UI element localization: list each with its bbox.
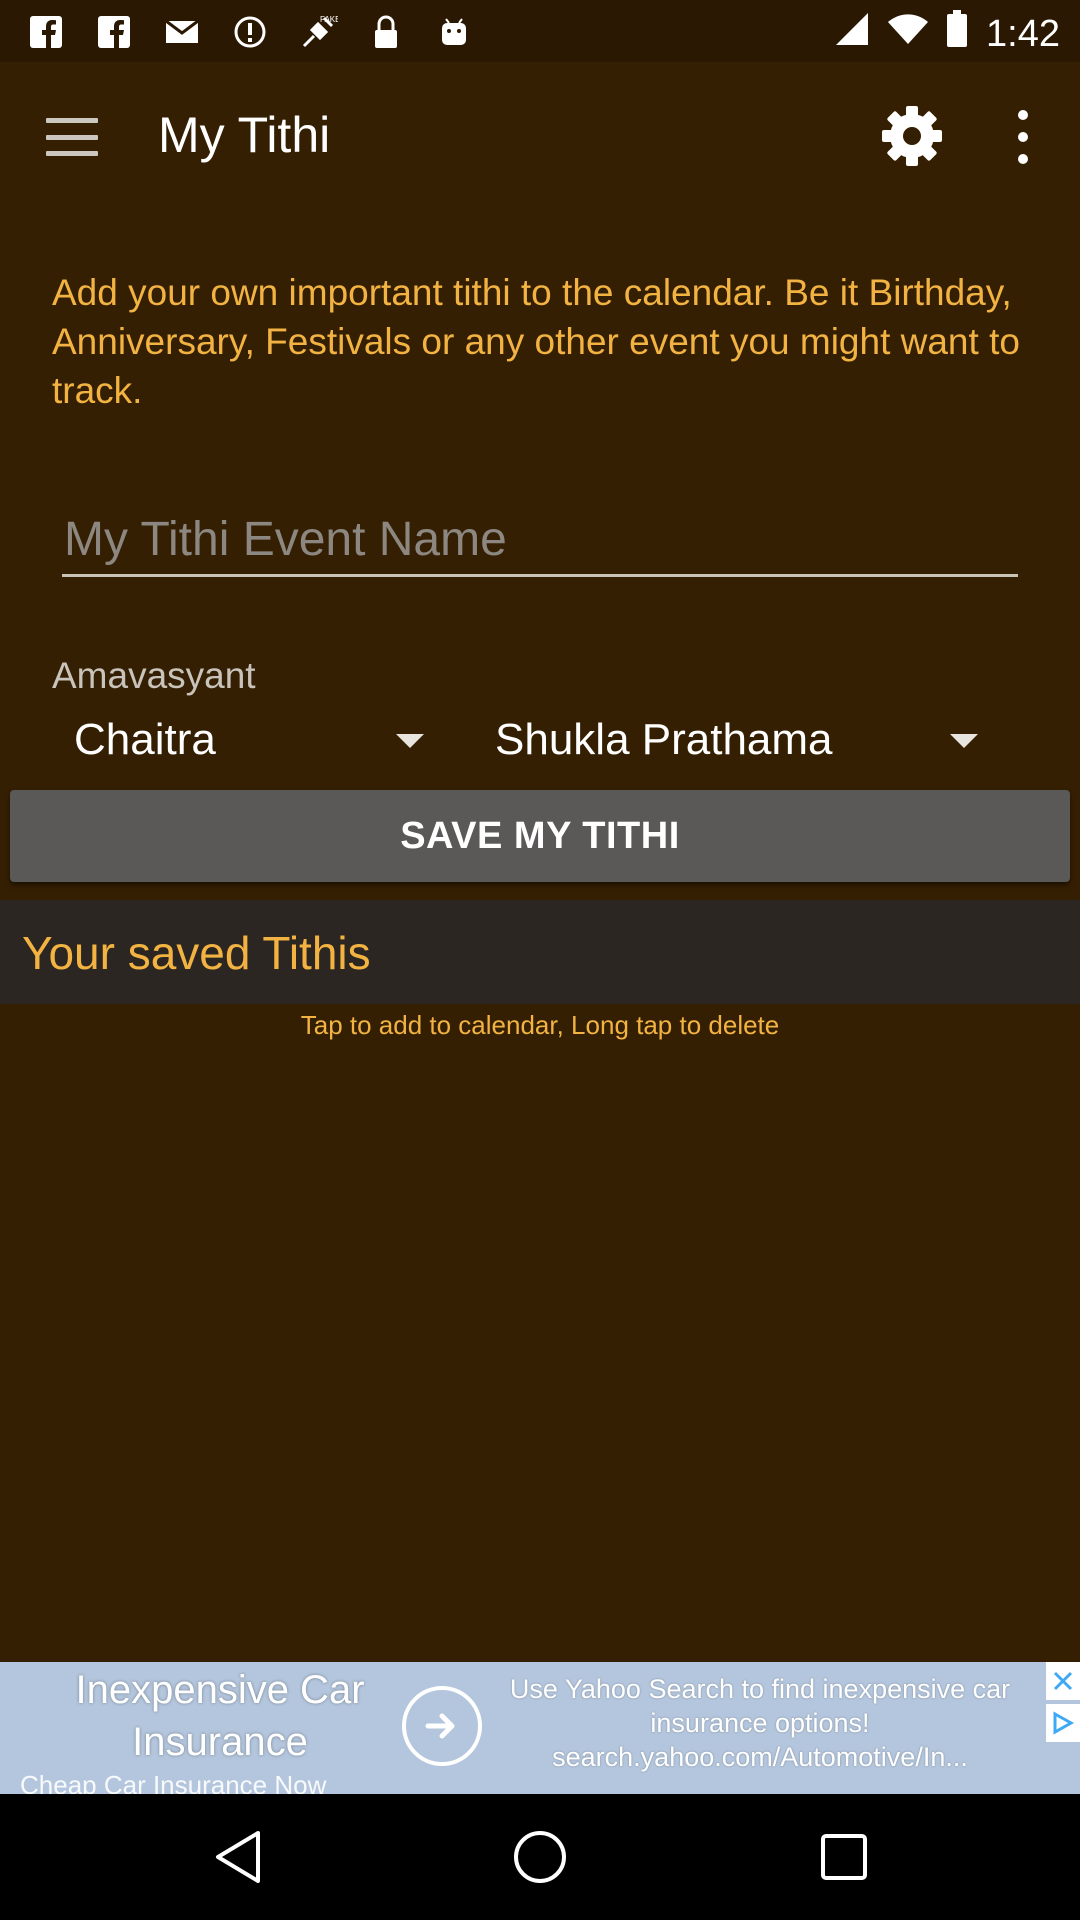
ad-close-icon[interactable] — [1046, 1662, 1080, 1700]
saved-tithis-title: Your saved Tithis — [22, 927, 371, 979]
more-options-icon[interactable] — [1010, 110, 1036, 164]
calendar-type-label: Amavasyant — [52, 655, 256, 696]
page-title: My Tithi — [158, 107, 331, 163]
ad-headline[interactable]: Inexpensive Car Insurance — [0, 1664, 440, 1768]
back-icon[interactable] — [203, 1822, 273, 1892]
signal-icon — [834, 11, 870, 57]
dropdown-arrow-icon — [950, 734, 978, 748]
saved-tithis-header: Your saved Tithis — [0, 900, 1080, 1004]
month-spinner-value: Chaitra — [74, 715, 216, 764]
status-notification-icons: FAKE — [26, 12, 474, 52]
android-icon — [434, 12, 474, 52]
status-right: 1:42 — [834, 10, 1060, 58]
ad-choices-icon[interactable] — [1046, 1704, 1080, 1742]
system-nav-bar — [0, 1794, 1080, 1920]
ad-banner[interactable]: Inexpensive Car Insurance Cheap Car Insu… — [0, 1662, 1080, 1794]
battery-icon — [946, 10, 968, 58]
fake-gps-icon: FAKE — [298, 12, 338, 52]
settings-gear-icon[interactable] — [876, 100, 948, 172]
hamburger-menu-icon[interactable] — [40, 112, 104, 162]
alert-icon — [230, 12, 270, 52]
recents-icon[interactable] — [809, 1822, 879, 1892]
facebook-icon — [94, 12, 134, 52]
event-name-field-wrap — [62, 505, 1018, 577]
event-name-input[interactable] — [62, 505, 1018, 574]
tithi-spinner[interactable]: Shukla Prathama — [495, 712, 995, 768]
arrow-right-icon[interactable] — [402, 1686, 482, 1766]
facebook-icon — [26, 12, 66, 52]
intro-text: Add your own important tithi to the cale… — [52, 272, 1020, 411]
saved-tithis-hint: Tap to add to calendar, Long tap to dele… — [300, 1010, 780, 1040]
tithi-spinner-value: Shukla Prathama — [495, 715, 833, 764]
app-bar: My Tithi — [0, 62, 1080, 210]
svg-text:FAKE: FAKE — [320, 15, 338, 24]
status-time: 1:42 — [986, 12, 1060, 55]
ad-subtext[interactable]: Cheap Car Insurance Now — [20, 1770, 326, 1794]
month-spinner[interactable]: Chaitra — [74, 712, 434, 768]
home-icon[interactable] — [505, 1822, 575, 1892]
status-bar: FAKE 1:42 — [0, 0, 1080, 62]
lock-icon — [366, 12, 406, 52]
mail-icon — [162, 12, 202, 52]
save-my-tithi-button[interactable]: SAVE MY TITHI — [10, 790, 1070, 882]
wifi-icon — [888, 13, 929, 56]
ad-body-text[interactable]: Use Yahoo Search to find inexpensive car… — [500, 1672, 1020, 1774]
dropdown-arrow-icon — [396, 734, 424, 748]
